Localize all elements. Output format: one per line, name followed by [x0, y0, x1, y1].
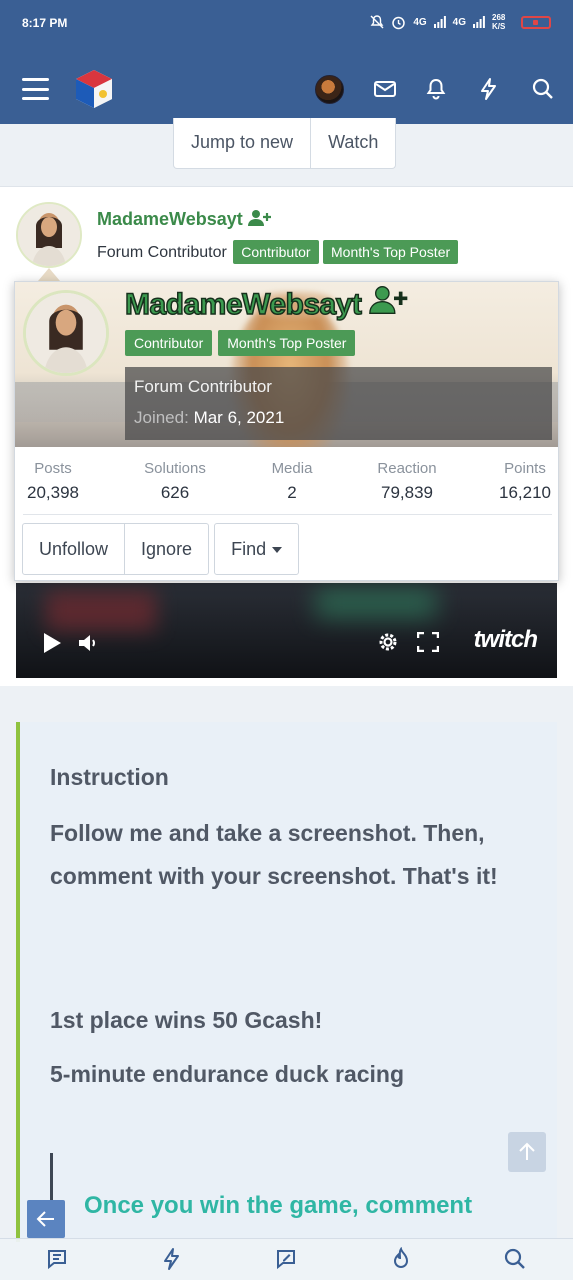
scroll-top-button[interactable] — [508, 1132, 546, 1172]
game-line: 5-minute endurance duck racing — [50, 1061, 405, 1087]
add-user-icon[interactable] — [369, 284, 409, 316]
stat-posts[interactable]: Posts 20,398 — [24, 460, 82, 503]
instruction-heading: Instruction — [50, 764, 169, 790]
member-stats: Posts 20,398 Solutions 626 Media 2 React… — [15, 447, 558, 515]
find-button[interactable]: Find — [215, 524, 298, 574]
stat-value: 626 — [160, 483, 190, 502]
instruction-block: Instruction Follow me and take a screens… — [16, 722, 557, 1242]
mail-icon[interactable] — [372, 76, 398, 102]
search-icon[interactable] — [530, 76, 556, 102]
volume-icon[interactable] — [78, 633, 100, 653]
card-user-title: Forum Contributor — [134, 377, 272, 396]
card-username-text[interactable]: MadameWebsayt — [124, 287, 362, 322]
stat-label: Posts — [34, 460, 72, 477]
back-button[interactable] — [27, 1200, 65, 1238]
threads-icon[interactable] — [45, 1247, 69, 1271]
joined-date: Mar 6, 2021 — [193, 408, 285, 427]
post-username[interactable]: MadameWebsayt — [97, 209, 272, 230]
unfollow-button[interactable]: Unfollow — [23, 524, 124, 574]
find-menu: Find — [214, 523, 300, 575]
stat-value: 79,839 — [381, 483, 433, 502]
bell-icon[interactable] — [423, 76, 449, 102]
battery-icon — [521, 15, 551, 29]
joined-label: Joined: — [134, 408, 189, 427]
stat-media[interactable]: Media 2 — [265, 460, 319, 503]
badge-contributor: Contributor — [125, 330, 213, 356]
arrow-up-icon — [519, 1142, 535, 1160]
network-type-1: 4G — [413, 16, 427, 28]
network-speed: 268 K/S — [492, 13, 506, 31]
badge-month-top-poster: Month's Top Poster — [323, 240, 459, 264]
stat-label: Solutions — [144, 460, 206, 477]
user-avatar[interactable] — [315, 75, 344, 104]
post-user-title: Forum Contributor — [97, 244, 227, 261]
chevron-down-icon — [272, 547, 283, 554]
badge-month-top-poster: Month's Top Poster — [218, 330, 356, 356]
stat-label: Points — [504, 460, 546, 477]
status-icons: 4G 4G 268 K/S — [370, 13, 551, 31]
lightning-icon[interactable] — [476, 76, 502, 102]
member-tooltip-card: MadameWebsayt Contributor Month's Top Po… — [14, 281, 559, 581]
stat-label: Reaction — [377, 460, 437, 477]
ignore-button[interactable]: Ignore — [124, 524, 208, 574]
site-logo[interactable] — [72, 67, 116, 111]
signal-icon — [433, 16, 446, 28]
card-avatar[interactable] — [23, 290, 109, 376]
stat-value: 2 — [287, 483, 297, 502]
stat-value: 20,398 — [27, 483, 79, 502]
signal-icon — [473, 16, 485, 28]
arrow-left-icon — [36, 1211, 54, 1227]
stat-points[interactable]: Points 16,210 — [497, 460, 553, 503]
thread-action-bar: Jump to new Watch — [173, 118, 397, 169]
fullscreen-icon[interactable] — [417, 632, 439, 652]
search-icon[interactable] — [503, 1247, 527, 1271]
status-time: 8:17 PM — [22, 16, 68, 30]
prize-line: 1st place wins 50 Gcash! — [50, 1007, 323, 1033]
mute-bell-icon — [370, 15, 384, 29]
card-badges: Contributor Month's Top Poster — [125, 330, 356, 356]
badge-contributor: Contributor — [233, 240, 319, 264]
divider — [23, 514, 552, 515]
stat-label: Media — [271, 460, 313, 477]
stat-value: 16,210 — [499, 483, 551, 502]
joined-row: Joined: Mar 6, 2021 — [134, 408, 284, 428]
instruction-body: Follow me and take a screenshot. Then, c… — [50, 820, 498, 889]
stat-reaction[interactable]: Reaction 79,839 — [370, 460, 444, 503]
network-type-2: 4G — [452, 16, 466, 28]
compose-icon[interactable] — [274, 1247, 298, 1271]
post-user-title-row: Forum Contributor Contributor Month's To… — [97, 240, 459, 264]
card-pointer — [38, 268, 60, 281]
twitch-logo[interactable]: twitch — [474, 626, 538, 654]
bottom-nav — [0, 1238, 573, 1280]
post-avatar[interactable] — [16, 202, 82, 268]
member-info-box: Forum Contributor Joined: Mar 6, 2021 — [125, 367, 552, 440]
add-user-icon[interactable] — [247, 209, 272, 227]
follow-ignore-group: Unfollow Ignore — [22, 523, 210, 575]
settings-icon[interactable] — [377, 631, 399, 653]
lightning-icon[interactable] — [160, 1247, 184, 1271]
fire-icon[interactable] — [389, 1247, 413, 1271]
find-label[interactable]: Find — [231, 539, 266, 559]
card-username[interactable]: MadameWebsayt — [124, 284, 409, 322]
jump-to-new-button[interactable]: Jump to new — [174, 118, 310, 168]
status-bar: 8:17 PM 4G 4G 268 K/S — [0, 0, 573, 48]
member-actions: Unfollow Ignore Find — [22, 523, 300, 575]
app-header — [0, 48, 573, 124]
watch-button[interactable]: Watch — [310, 118, 395, 168]
stat-solutions[interactable]: Solutions 626 — [135, 460, 215, 503]
alarm-icon — [392, 16, 406, 29]
post-username-text[interactable]: MadameWebsayt — [97, 209, 243, 229]
play-icon[interactable] — [42, 632, 62, 654]
instruction-cta: Once you win the game, comment — [84, 1192, 473, 1219]
hamburger-icon[interactable] — [22, 78, 49, 100]
video-embed[interactable]: twitch — [16, 583, 557, 678]
